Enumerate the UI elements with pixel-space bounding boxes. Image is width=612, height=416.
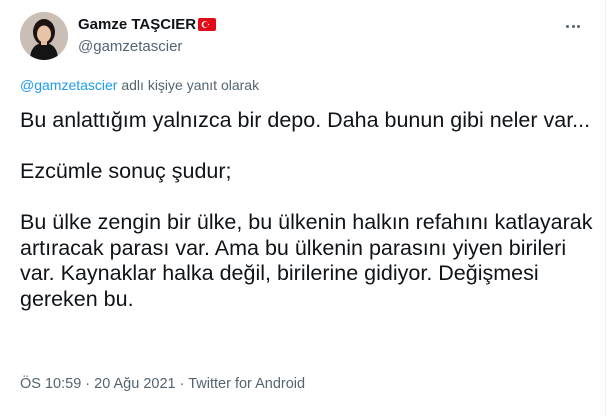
author-name[interactable]: Gamze TAŞCIER xyxy=(78,16,196,33)
avatar[interactable] xyxy=(20,12,68,60)
author-handle[interactable]: @gamzetascier xyxy=(78,38,182,55)
tweet: Gamze TAŞCIER @gamzetascier @gamzetascie… xyxy=(0,0,606,416)
tweet-time[interactable]: ÖS 10:59 xyxy=(20,376,81,392)
reply-context-label: adlı kişiye yanıt olarak xyxy=(117,77,260,93)
more-dot-icon xyxy=(571,24,575,28)
tweet-meta: ÖS 10:59 · 20 Ağu 2021 · Twitter for And… xyxy=(20,376,305,392)
meta-separator: · xyxy=(81,376,95,392)
more-dot-icon xyxy=(576,24,580,28)
author-name-row[interactable]: Gamze TAŞCIER xyxy=(78,16,217,33)
more-dot-icon xyxy=(566,24,570,28)
avatar-image xyxy=(20,12,68,60)
tweet-text: Bu anlattığım yalnızca bir depo. Daha bu… xyxy=(20,108,593,311)
tweet-source[interactable]: Twitter for Android xyxy=(188,376,305,392)
reply-handle-link[interactable]: @gamzetascier xyxy=(20,77,117,93)
meta-separator: · xyxy=(175,376,189,392)
tweet-date[interactable]: 20 Ağu 2021 xyxy=(94,376,175,392)
reply-context: @gamzetascier adlı kişiye yanıt olarak xyxy=(20,77,259,93)
turkey-flag-icon xyxy=(198,18,217,31)
more-options-button[interactable] xyxy=(560,16,586,36)
